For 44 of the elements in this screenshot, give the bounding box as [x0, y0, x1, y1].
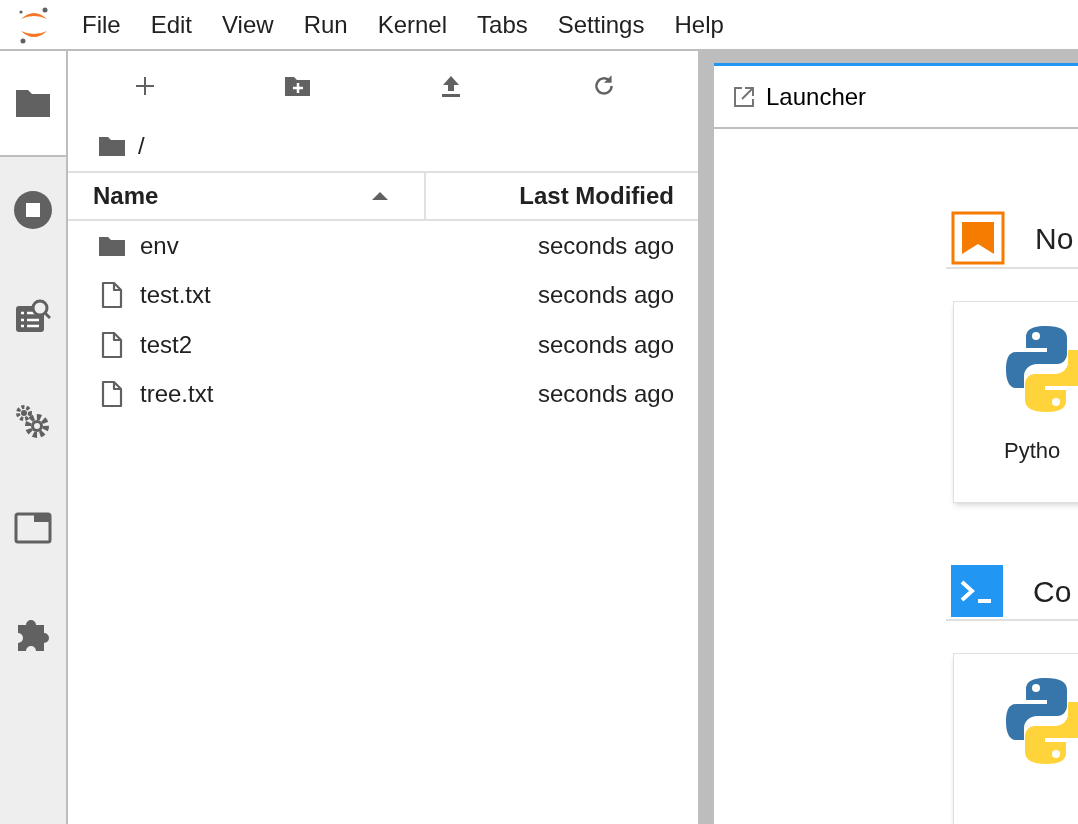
section-title: Co: [1033, 573, 1072, 610]
menu-item[interactable]: Help: [660, 2, 738, 47]
file-name: test2: [140, 329, 194, 360]
folder-plus-icon: [283, 74, 312, 98]
column-header[interactable]: Last Modified: [426, 173, 698, 219]
bookmark-icon: [951, 211, 1005, 265]
stop-circle-icon: [13, 190, 53, 230]
menu-item[interactable]: Settings: [543, 2, 659, 47]
modified-time: seconds ago: [537, 280, 674, 311]
modified-time: seconds ago: [537, 230, 674, 261]
menu-item[interactable]: Tabs: [463, 2, 542, 47]
file-row[interactable]: test.txt seconds ago: [68, 270, 698, 320]
folder-icon: [98, 135, 126, 157]
file-icon: [101, 330, 123, 359]
sidebar-tab[interactable]: [0, 51, 66, 157]
file-row[interactable]: tree.txt seconds ago: [68, 369, 698, 419]
file-row[interactable]: env seconds ago: [68, 221, 698, 271]
terminal-icon: [951, 565, 1003, 617]
folder-icon: [98, 234, 126, 257]
file-name: tree.txt: [140, 379, 215, 410]
launcher-card[interactable]: Pytho: [953, 301, 1078, 503]
column-header[interactable]: Name: [68, 173, 426, 219]
upload-icon: [439, 74, 462, 98]
window-icon: [14, 512, 52, 544]
gears-icon: [15, 404, 51, 440]
menu-item[interactable]: View: [208, 2, 288, 47]
modified-time: seconds ago: [537, 379, 674, 410]
file-name: env: [140, 230, 180, 261]
python-logo-icon: [1006, 324, 1078, 414]
modified-time: seconds ago: [537, 329, 674, 360]
menu-item[interactable]: Run: [289, 2, 362, 47]
folder-icon: [15, 88, 51, 118]
python-logo-icon: [1006, 676, 1078, 766]
section-title: No: [1035, 220, 1074, 257]
menu-item[interactable]: Edit: [136, 2, 207, 47]
file-icon: [101, 380, 123, 409]
menu-item[interactable]: File: [68, 2, 135, 47]
menu-item[interactable]: Kernel: [363, 2, 462, 47]
breadcrumb-path[interactable]: /: [138, 128, 145, 164]
palette-search-icon: [15, 298, 51, 334]
file-row[interactable]: test2 seconds ago: [68, 320, 698, 370]
file-icon: [101, 281, 123, 310]
file-name: test.txt: [140, 280, 212, 311]
external-link-icon: [732, 84, 756, 109]
